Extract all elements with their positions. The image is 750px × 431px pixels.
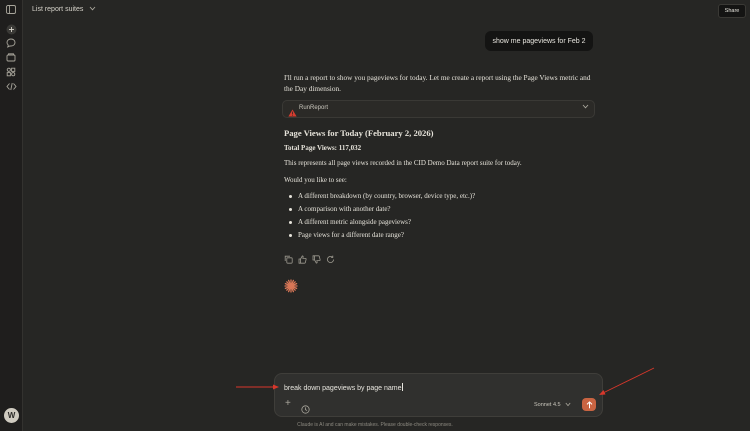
response-paragraph: This represents all page views recorded …	[284, 159, 522, 167]
clock-icon[interactable]	[301, 401, 310, 419]
send-button[interactable]	[582, 398, 596, 411]
annotation-arrow-right	[602, 367, 655, 394]
response-heading: Page Views for Today (February 2, 2026)	[284, 128, 434, 138]
code-icon[interactable]	[5, 80, 17, 92]
conversation-title-text: List report suites	[32, 5, 84, 13]
message-input[interactable]: break down pageviews by page name	[284, 383, 403, 392]
share-button[interactable]: Share	[718, 4, 746, 18]
copy-icon[interactable]	[284, 255, 293, 264]
add-attachment-icon[interactable]: +	[285, 399, 291, 409]
text-caret	[402, 383, 403, 391]
chevron-down-icon[interactable]	[582, 104, 589, 111]
sidebar-toggle-icon[interactable]	[5, 3, 17, 15]
chevron-down-icon	[89, 6, 96, 13]
avatar-initial: W	[7, 411, 16, 420]
disclaimer: Claude is AI and can make mistakes. Plea…	[297, 422, 453, 428]
conversation-title[interactable]: List report suites	[32, 3, 96, 15]
user-message: show me pageviews for Feb 2	[485, 31, 593, 51]
message-composer[interactable]: break down pageviews by page name + Sonn…	[274, 373, 603, 417]
followup-question: Would you like to see:	[284, 176, 347, 184]
list-item: Page views for a different date range?	[284, 230, 475, 243]
sidebar-rail: W	[0, 0, 23, 431]
retry-icon[interactable]	[326, 255, 335, 264]
total-pageviews: Total Page Views: 117,032	[284, 144, 362, 152]
user-message-text: show me pageviews for Feb 2	[492, 37, 586, 45]
message-input-text: break down pageviews by page name	[284, 385, 402, 392]
thumbs-down-icon[interactable]	[312, 255, 321, 264]
model-name: Sonnet 4.5	[534, 402, 561, 408]
artifacts-icon[interactable]	[5, 66, 17, 78]
new-chat-icon[interactable]	[5, 23, 17, 35]
warning-icon	[288, 104, 297, 122]
list-item: A different breakdown (by country, brows…	[284, 191, 475, 204]
claude-spark-icon	[284, 279, 298, 298]
tool-name: RunReport	[299, 105, 329, 111]
followup-options: A different breakdown (by country, brows…	[284, 191, 475, 243]
chats-icon[interactable]	[5, 37, 17, 49]
list-item: A different metric alongside pageviews?	[284, 217, 475, 230]
thumbs-up-icon[interactable]	[298, 255, 307, 264]
model-selector[interactable]: Sonnet 4.5	[534, 402, 571, 409]
chevron-down-icon	[565, 402, 571, 409]
arrow-up-icon	[586, 396, 593, 414]
assistant-intro: I'll run a report to show you pageviews …	[284, 73, 591, 93]
tool-call-runreport[interactable]: RunReport	[282, 100, 595, 118]
projects-icon[interactable]	[5, 51, 17, 63]
list-item: A comparison with another date?	[284, 204, 475, 217]
avatar[interactable]: W	[4, 408, 19, 423]
